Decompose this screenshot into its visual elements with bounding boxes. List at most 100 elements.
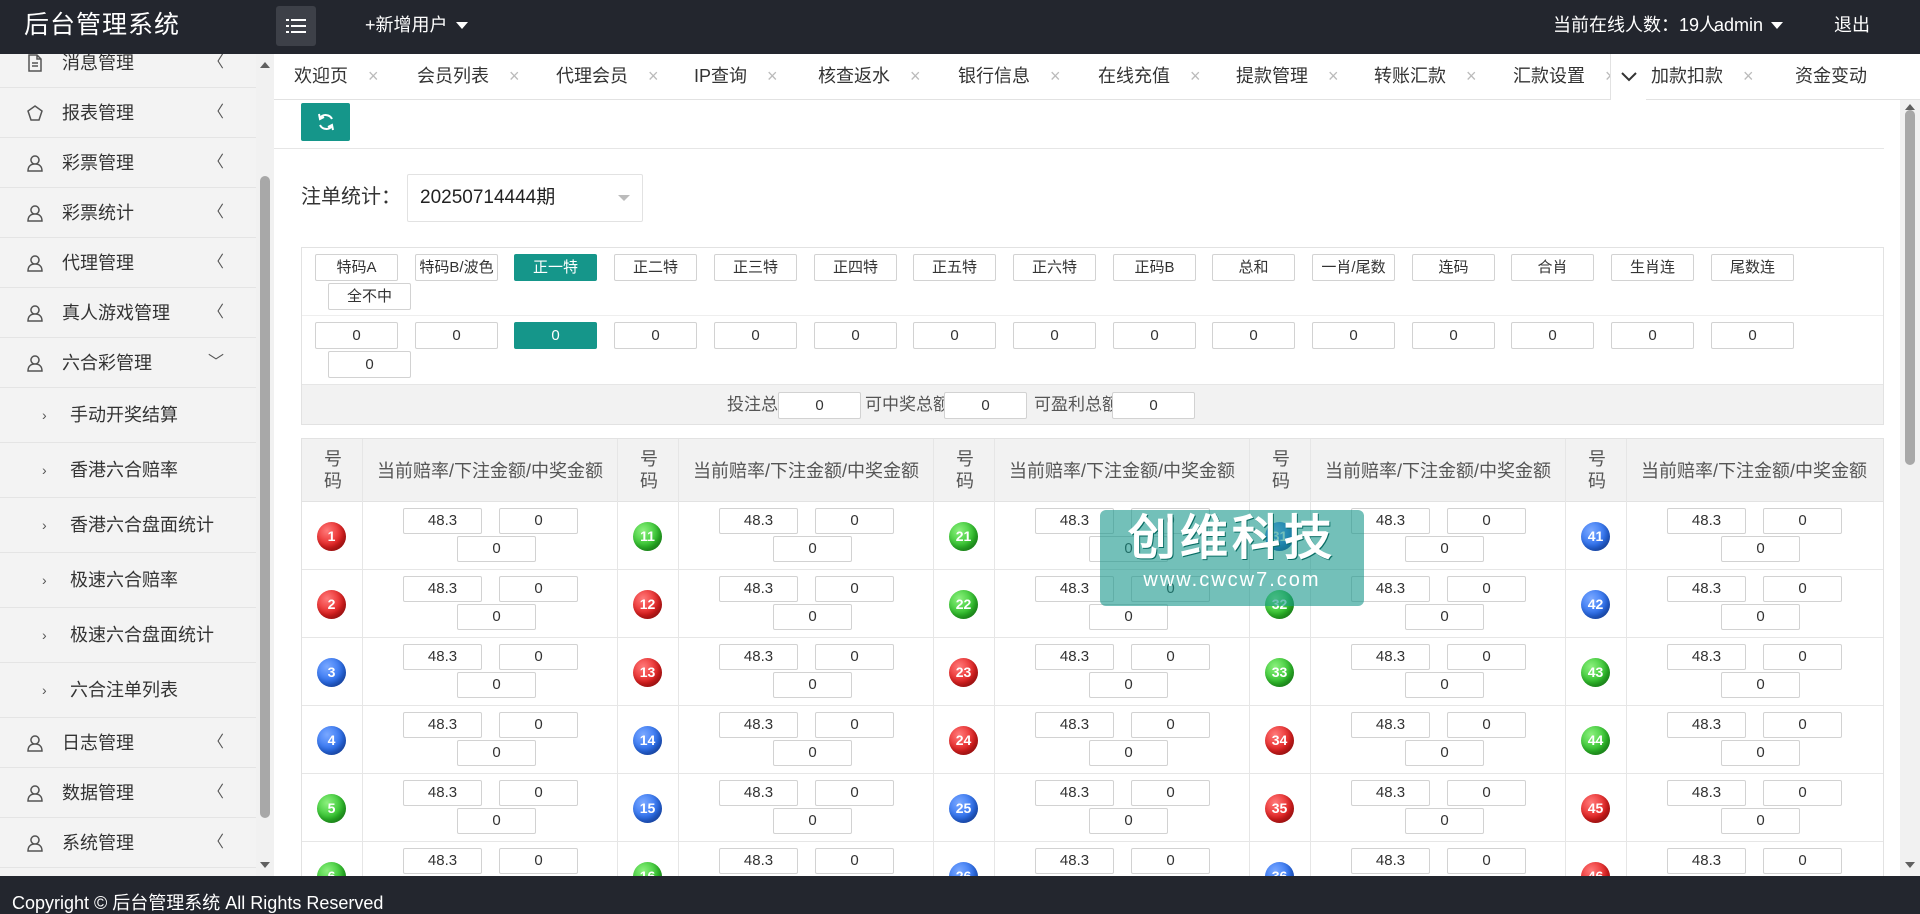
close-icon[interactable]: × xyxy=(1190,66,1201,86)
odds-input[interactable]: 48.3 xyxy=(719,644,798,670)
sidebar-item-sidebar.items3[interactable]: 彩票统计 〈 xyxy=(0,188,256,238)
odds-input[interactable]: 48.3 xyxy=(1667,644,1746,670)
odds-input[interactable]: 48.3 xyxy=(719,712,798,738)
tab-10[interactable]: 加款扣款 × xyxy=(1651,54,1754,100)
category-button[interactable]: 正三特 xyxy=(714,254,797,281)
tab-5[interactable]: 银行信息 × xyxy=(958,54,1061,100)
tab-6[interactable]: 在线充值 × xyxy=(1098,54,1201,100)
bet-amount-input[interactable]: 0 xyxy=(815,576,894,602)
tab-2[interactable]: 代理会员 × xyxy=(556,54,659,100)
scroll-down-icon[interactable] xyxy=(1905,862,1915,868)
win-amount-input[interactable]: 0 xyxy=(457,808,536,834)
odds-input[interactable]: 48.3 xyxy=(719,848,798,874)
win-total-input[interactable]: 0 xyxy=(944,392,1027,419)
odds-input[interactable]: 48.3 xyxy=(719,780,798,806)
category-button[interactable]: 总和 xyxy=(1212,254,1295,281)
category-value-input[interactable]: 0 xyxy=(714,322,797,349)
win-amount-input[interactable]: 0 xyxy=(457,672,536,698)
tabs-more-button[interactable] xyxy=(1610,54,1646,100)
category-value-input[interactable]: 0 xyxy=(614,322,697,349)
bet-amount-input[interactable]: 0 xyxy=(1131,644,1210,670)
odds-input[interactable]: 48.3 xyxy=(1667,848,1746,874)
close-icon[interactable]: × xyxy=(1466,66,1477,86)
win-amount-input[interactable]: 0 xyxy=(457,604,536,630)
category-value-input[interactable]: 0 xyxy=(1711,322,1794,349)
category-value-input[interactable]: 0 xyxy=(1511,322,1594,349)
win-amount-input[interactable]: 0 xyxy=(1405,536,1484,562)
bet-amount-input[interactable]: 0 xyxy=(815,848,894,874)
odds-input[interactable]: 48.3 xyxy=(1667,712,1746,738)
bet-amount-input[interactable]: 0 xyxy=(1131,848,1210,874)
odds-input[interactable]: 48.3 xyxy=(403,780,482,806)
odds-input[interactable]: 48.3 xyxy=(1351,644,1430,670)
bet-amount-input[interactable]: 0 xyxy=(1763,508,1842,534)
win-amount-input[interactable]: 0 xyxy=(1405,672,1484,698)
sidebar-subitem-2[interactable]: › 香港六合盘面统计 xyxy=(0,498,256,553)
win-amount-input[interactable]: 0 xyxy=(1721,808,1800,834)
sidebar-item-sidebar.items_after0[interactable]: 日志管理 〈 xyxy=(0,718,256,768)
bet-total-input[interactable]: 0 xyxy=(778,392,861,419)
win-amount-input[interactable]: 0 xyxy=(773,604,852,630)
close-icon[interactable]: × xyxy=(368,66,379,86)
bet-amount-input[interactable]: 0 xyxy=(499,644,578,670)
win-amount-input[interactable]: 0 xyxy=(1089,604,1168,630)
category-button[interactable]: 正码B xyxy=(1113,254,1196,281)
bet-amount-input[interactable]: 0 xyxy=(1447,508,1526,534)
win-amount-input[interactable]: 0 xyxy=(773,536,852,562)
category-button[interactable]: 生肖连 xyxy=(1611,254,1694,281)
win-amount-input[interactable]: 0 xyxy=(1405,604,1484,630)
odds-input[interactable]: 48.3 xyxy=(1351,848,1430,874)
close-icon[interactable]: × xyxy=(1050,66,1061,86)
profit-total-input[interactable]: 0 xyxy=(1112,392,1195,419)
bet-amount-input[interactable]: 0 xyxy=(815,712,894,738)
win-amount-input[interactable]: 0 xyxy=(1089,740,1168,766)
category-value-input[interactable]: 0 xyxy=(1013,322,1096,349)
category-value-input[interactable]: 0 xyxy=(415,322,498,349)
category-value-input[interactable]: 0 xyxy=(913,322,996,349)
sidebar-item-sidebar.items1[interactable]: 报表管理 〈 xyxy=(0,88,256,138)
bet-amount-input[interactable]: 0 xyxy=(1131,780,1210,806)
category-button[interactable]: 合肖 xyxy=(1511,254,1594,281)
bet-amount-input[interactable]: 0 xyxy=(499,576,578,602)
sidebar-subitem-3[interactable]: › 极速六合赔率 xyxy=(0,553,256,608)
scroll-up-icon[interactable] xyxy=(260,62,270,68)
bet-amount-input[interactable]: 0 xyxy=(1447,576,1526,602)
bet-amount-input[interactable]: 0 xyxy=(1447,848,1526,874)
admin-menu[interactable]: admin xyxy=(1714,0,1784,54)
win-amount-input[interactable]: 0 xyxy=(1089,672,1168,698)
category-button[interactable]: 正六特 xyxy=(1013,254,1096,281)
category-value-input[interactable]: 0 xyxy=(1312,322,1395,349)
category-button[interactable]: 正一特 xyxy=(514,254,597,281)
bet-amount-input[interactable]: 0 xyxy=(499,848,578,874)
category-button[interactable]: 连码 xyxy=(1412,254,1495,281)
win-amount-input[interactable]: 0 xyxy=(1405,808,1484,834)
menu-toggle-button[interactable] xyxy=(276,6,316,46)
sidebar-item-sidebar.items4[interactable]: 代理管理 〈 xyxy=(0,238,256,288)
sidebar-subitem-1[interactable]: › 香港六合赔率 xyxy=(0,443,256,498)
bet-amount-input[interactable]: 0 xyxy=(1763,780,1842,806)
win-amount-input[interactable]: 0 xyxy=(1721,536,1800,562)
category-value-input[interactable]: 0 xyxy=(814,322,897,349)
refresh-button[interactable] xyxy=(301,103,350,141)
tab-11[interactable]: 资金变动 xyxy=(1795,54,1867,100)
bet-amount-input[interactable]: 0 xyxy=(1447,712,1526,738)
odds-input[interactable]: 48.3 xyxy=(1351,712,1430,738)
tab-3[interactable]: IP查询 × xyxy=(694,54,778,100)
category-button[interactable]: 正四特 xyxy=(814,254,897,281)
category-button[interactable]: 一肖/尾数 xyxy=(1312,254,1395,281)
bet-amount-input[interactable]: 0 xyxy=(499,712,578,738)
sidebar-item-sidebar.items5[interactable]: 真人游戏管理 〈 xyxy=(0,288,256,338)
bet-amount-input[interactable]: 0 xyxy=(1447,644,1526,670)
sidebar-subitem-4[interactable]: › 极速六合盘面统计 xyxy=(0,608,256,663)
tab-7[interactable]: 提款管理 × xyxy=(1236,54,1339,100)
period-select[interactable]: 20250714444期 xyxy=(407,174,643,222)
category-value-input[interactable]: 0 xyxy=(1212,322,1295,349)
odds-input[interactable]: 48.3 xyxy=(1035,780,1114,806)
sidebar-scrollbar[interactable] xyxy=(256,54,274,876)
sidebar-item-sidebar.items2[interactable]: 彩票管理 〈 xyxy=(0,138,256,188)
close-icon[interactable]: × xyxy=(1743,66,1754,86)
bet-amount-input[interactable]: 0 xyxy=(1763,644,1842,670)
sidebar-item-sidebar.items6[interactable]: 六合彩管理 ﹀ xyxy=(0,338,256,388)
tab-1[interactable]: 会员列表 × xyxy=(417,54,520,100)
win-amount-input[interactable]: 0 xyxy=(773,740,852,766)
